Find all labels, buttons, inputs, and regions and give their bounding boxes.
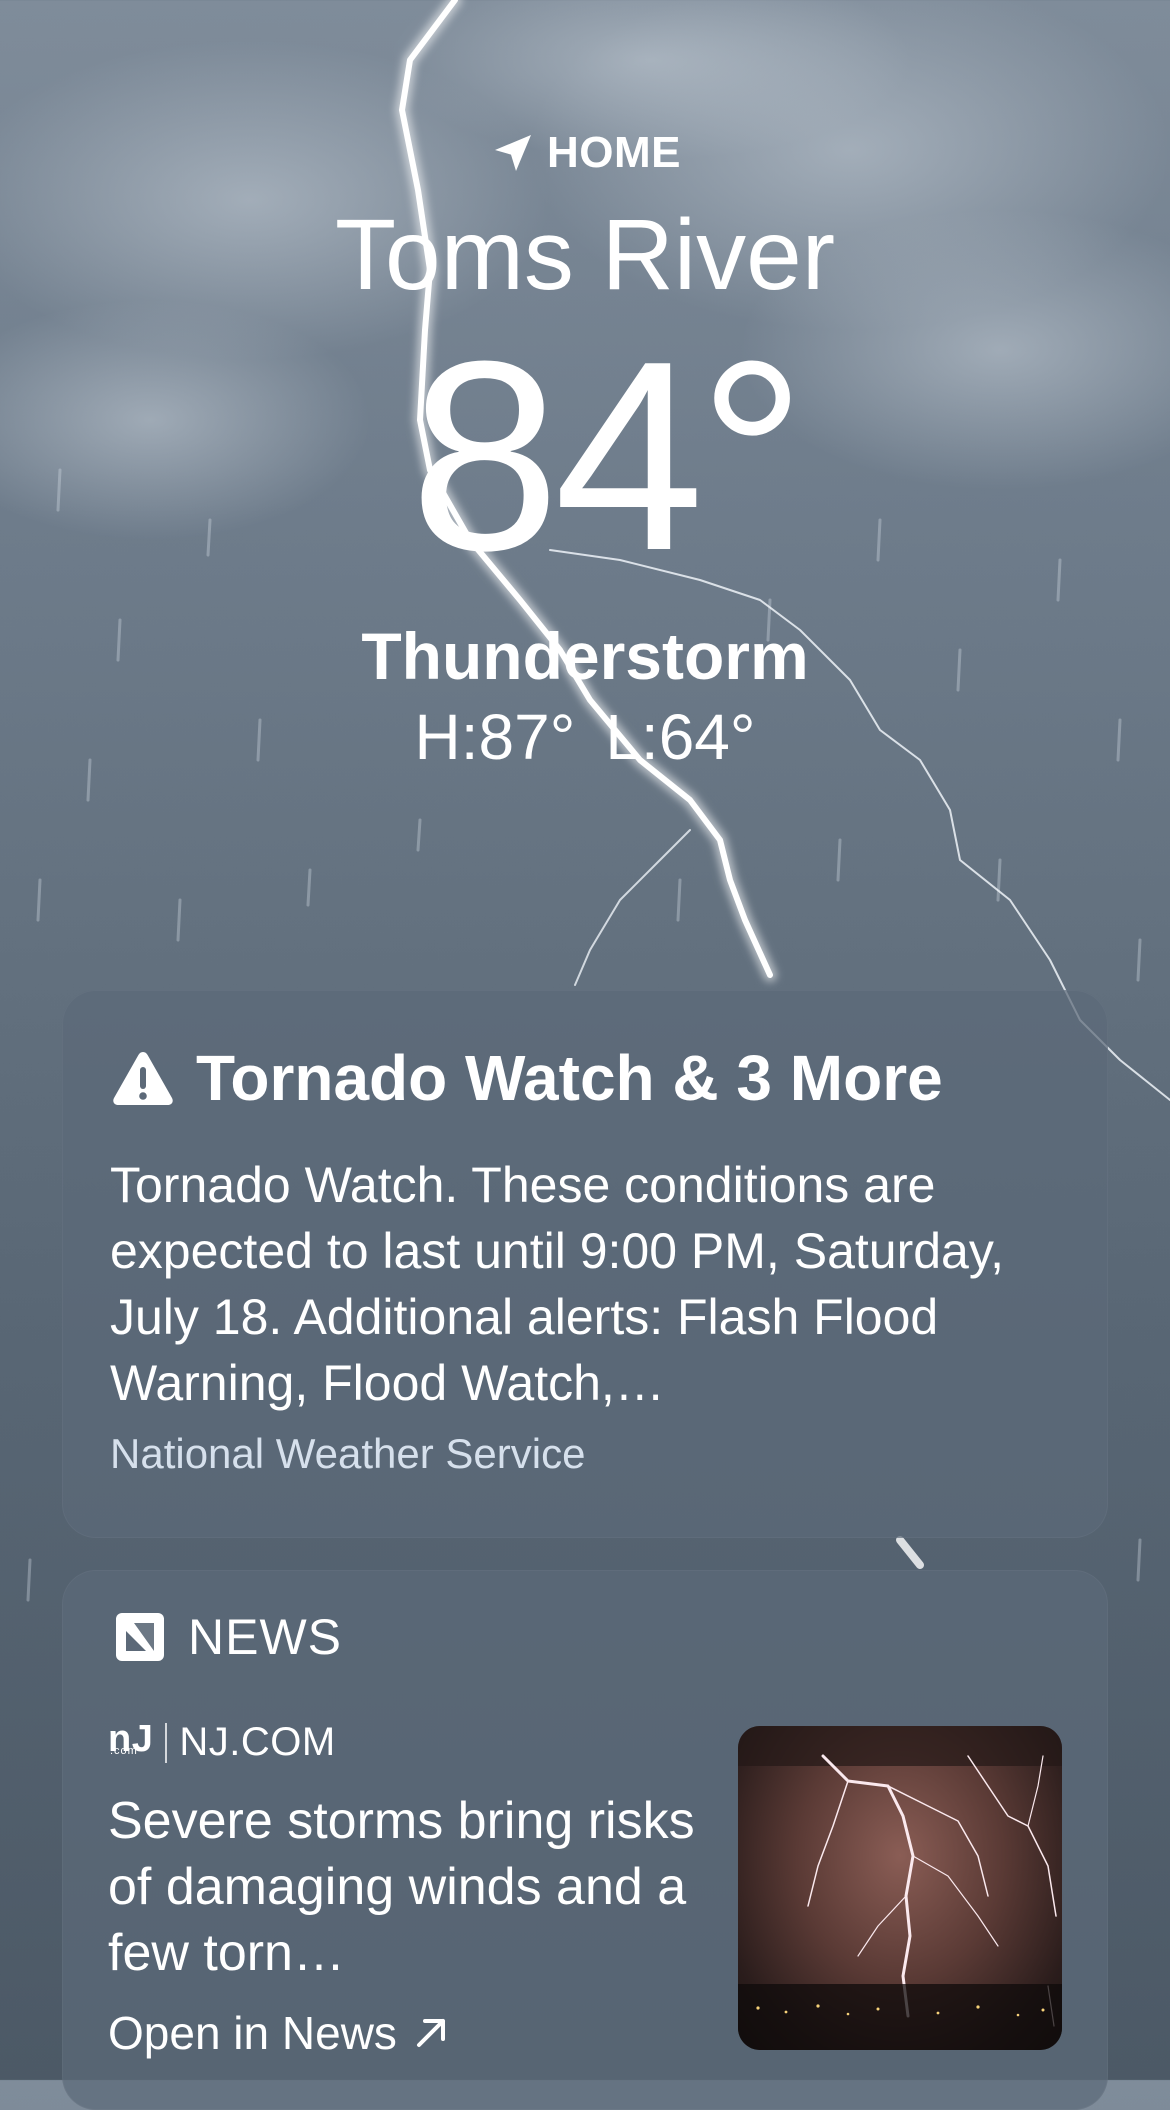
current-temperature: 84° (0, 322, 1170, 592)
high-low-row: H:87° L:64° (0, 700, 1170, 774)
news-header: NEWS (114, 1608, 342, 1666)
location-arrow-icon (495, 135, 531, 171)
city-name: Toms River (334, 199, 836, 311)
low-temperature: L:64° (605, 701, 756, 773)
alert-description: Tornado Watch. These conditions are expe… (110, 1157, 1005, 1411)
publisher-row: nJ .com NJ.COM (108, 1720, 336, 1765)
open-in-news-label: Open in News (108, 2007, 397, 2059)
lightning-photo-image (738, 1726, 1062, 2050)
alert-title: Tornado Watch & 3 More (196, 1042, 943, 1114)
home-label: HOME (547, 128, 681, 177)
publisher-name: NJ.COM (179, 1720, 336, 1764)
apple-news-icon (116, 1613, 164, 1661)
severe-weather-alert-card[interactable]: Tornado Watch & 3 More Tornado Watch. Th… (62, 990, 1108, 1538)
temperature-value: 84° (409, 306, 806, 607)
weather-condition: Thunderstorm (361, 619, 809, 693)
alert-source: National Weather Service (110, 1430, 586, 1477)
news-thumbnail-lightning-photo[interactable] (738, 1726, 1062, 2050)
publisher-divider (165, 1722, 168, 1763)
arrow-up-right-icon (416, 2019, 445, 2047)
home-location-row: HOME (0, 128, 1170, 178)
open-in-news-link[interactable]: Open in News (108, 2006, 451, 2060)
news-card[interactable]: NEWS nJ .com NJ.COM Severe storms bring r… (62, 1570, 1108, 2110)
nj-com-logo: nJ .com (108, 1717, 154, 1760)
news-section-label: NEWS (188, 1609, 342, 1665)
warning-triangle-icon (113, 1052, 173, 1105)
alert-title-row: Tornado Watch & 3 More (112, 1040, 943, 1116)
news-headline[interactable]: Severe storms bring risks of damaging wi… (108, 1788, 708, 1986)
high-temperature: H:87° (414, 701, 576, 773)
